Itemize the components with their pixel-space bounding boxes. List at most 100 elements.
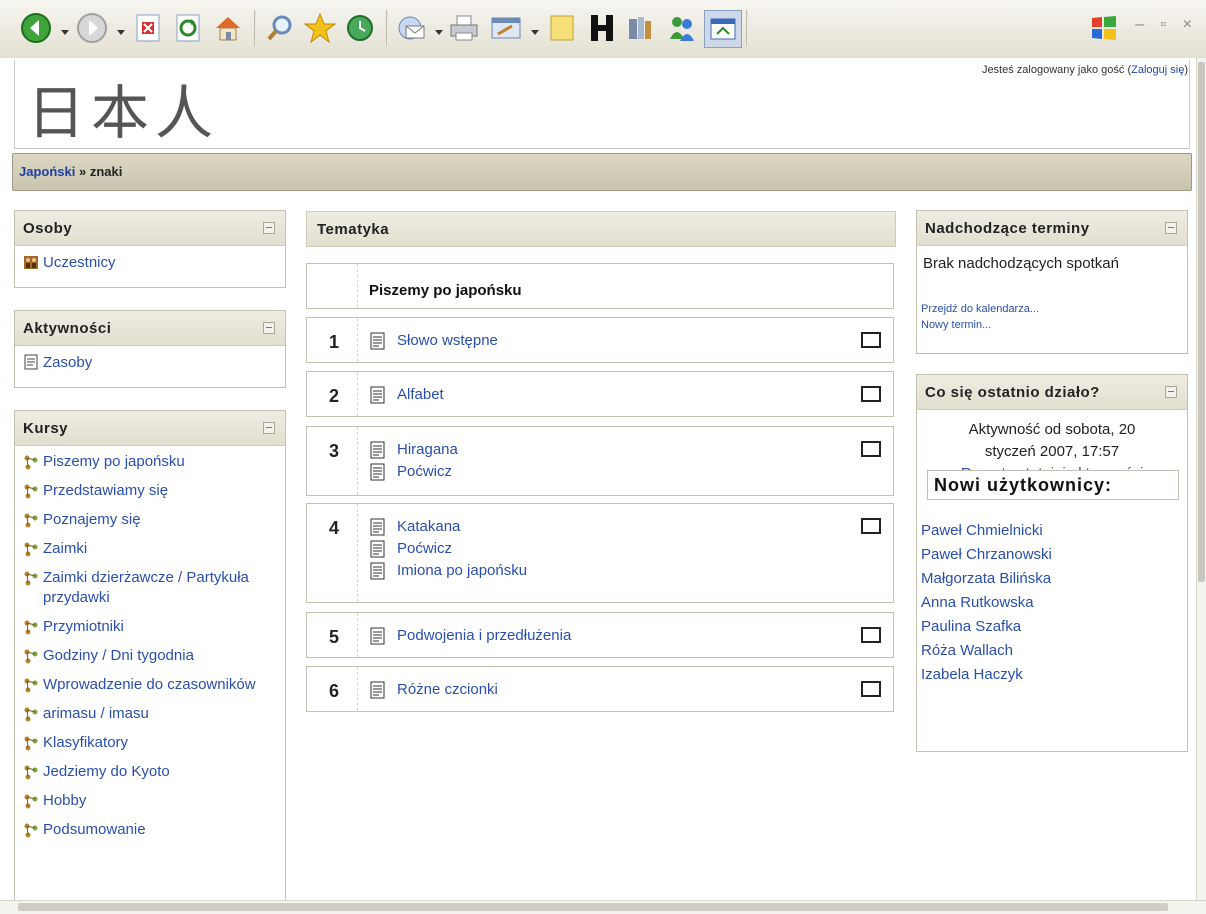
h-icon[interactable] — [584, 10, 620, 46]
course-link[interactable]: Przedstawiamy się — [23, 481, 285, 501]
note-icon[interactable] — [544, 10, 580, 46]
toolbar-window-icon[interactable] — [704, 10, 742, 48]
section-number: 2 — [329, 386, 340, 406]
section-number: 5 — [329, 627, 340, 647]
login-link[interactable]: Zaloguj się — [1131, 64, 1184, 76]
collapse-icon[interactable] — [263, 322, 275, 334]
block-kursy-title: Kursy — [23, 420, 69, 437]
vertical-scrollbar-thumb[interactable] — [1198, 62, 1205, 582]
breadcrumb-current: znaki — [89, 164, 123, 179]
edit-dropdown-icon[interactable] — [530, 24, 540, 35]
course-link[interactable]: Zaimki dzierżawcze / Partykuła przydawki — [23, 568, 285, 608]
collapse-icon[interactable] — [263, 422, 275, 434]
new-user-link[interactable]: Paweł Chrzanowski — [921, 543, 1052, 567]
course-icon — [24, 678, 38, 693]
section-number-cell: 2 — [307, 372, 358, 416]
highlight-checkbox[interactable] — [861, 441, 881, 457]
course-link[interactable]: Jedziemy do Kyoto — [23, 762, 285, 782]
new-user-link[interactable]: Paulina Szafka — [921, 615, 1052, 639]
highlight-checkbox[interactable] — [861, 681, 881, 697]
course-icon — [24, 707, 38, 722]
course-link[interactable]: Zaimki — [23, 539, 285, 559]
course-icon — [24, 736, 38, 751]
topics-header: Tematyka — [306, 211, 896, 247]
resource-icon — [370, 627, 385, 645]
new-users-heading-box: Nowi użytkownicy: — [927, 470, 1179, 500]
new-user-link[interactable]: Paweł Chmielnicki — [921, 519, 1052, 543]
highlight-checkbox[interactable] — [861, 332, 881, 348]
stop-icon[interactable] — [130, 10, 166, 46]
forward-dropdown-icon[interactable] — [116, 24, 126, 35]
back-dropdown-icon[interactable] — [60, 24, 70, 35]
vertical-scrollbar[interactable] — [1196, 58, 1206, 900]
messenger-icon[interactable] — [664, 10, 700, 46]
course-link[interactable]: Klasyfikatory — [23, 733, 285, 753]
block-upcoming: Nadchodzące terminy Brak nadchodzących s… — [916, 210, 1188, 354]
collapse-icon[interactable] — [1165, 222, 1177, 234]
home-icon[interactable] — [210, 10, 246, 46]
new-user-link[interactable]: Róża Wallach — [921, 639, 1052, 663]
resource-icon — [370, 463, 385, 481]
new-event-link[interactable]: Nowy termin... — [921, 317, 1039, 333]
topics-title: Tematyka — [317, 221, 390, 238]
resource-link[interactable]: Podwojenia i przedłużenia — [369, 625, 571, 647]
resource-link[interactable]: Poćwicz — [369, 538, 527, 560]
resource-link[interactable]: Różne czcionki — [369, 679, 498, 701]
new-user-link[interactable]: Anna Rutkowska — [921, 591, 1052, 615]
block-aktywnosci-title: Aktywności — [23, 320, 112, 337]
course-link[interactable]: Godziny / Dni tygodnia — [23, 646, 285, 666]
section-intro-title: Piszemy po japońsku — [369, 282, 522, 299]
horizontal-scrollbar[interactable] — [0, 900, 1206, 914]
resource-link[interactable]: Imiona po japońsku — [369, 560, 527, 582]
search-icon[interactable] — [262, 10, 298, 46]
window-controls[interactable]: –︎ ▫ × — [1135, 16, 1198, 34]
windows-logo-icon — [1086, 10, 1122, 46]
site-logo: 日本人 — [27, 79, 220, 147]
horizontal-scrollbar-thumb[interactable] — [18, 903, 1168, 911]
mail-icon[interactable] — [394, 10, 430, 46]
mail-dropdown-icon[interactable] — [434, 24, 444, 35]
resource-icon — [370, 562, 385, 580]
section-number: 4 — [329, 518, 340, 538]
back-icon[interactable] — [18, 10, 54, 46]
refresh-icon[interactable] — [170, 10, 206, 46]
calendar-link[interactable]: Przejdź do kalendarza... — [921, 301, 1039, 317]
course-link[interactable]: Poznajemy się — [23, 510, 285, 530]
block-osoby-title: Osoby — [23, 220, 73, 237]
forward-icon[interactable] — [74, 10, 110, 46]
resource-link[interactable]: Alfabet — [369, 384, 444, 406]
research-icon[interactable] — [622, 10, 658, 46]
course-link[interactable]: Podsumowanie — [23, 820, 285, 840]
highlight-checkbox[interactable] — [861, 386, 881, 402]
resource-link[interactable]: Poćwicz — [369, 461, 458, 483]
course-icon — [24, 455, 38, 470]
participants-link[interactable]: Uczestnicy — [23, 252, 285, 274]
resource-link[interactable]: Hiragana — [369, 439, 458, 461]
resource-link[interactable]: Katakana — [369, 516, 527, 538]
section-number-cell: 4 — [307, 504, 358, 602]
collapse-icon[interactable] — [1165, 386, 1177, 398]
block-osoby: Osoby Uczestnicy — [14, 210, 286, 288]
new-user-link[interactable]: Izabela Haczyk — [921, 663, 1052, 687]
breadcrumb-course-link[interactable]: Japoński — [19, 164, 75, 179]
new-user-link[interactable]: Małgorzata Bilińska — [921, 567, 1052, 591]
block-upcoming-title: Nadchodzące terminy — [925, 220, 1090, 237]
highlight-checkbox[interactable] — [861, 627, 881, 643]
collapse-icon[interactable] — [263, 222, 275, 234]
highlight-checkbox[interactable] — [861, 518, 881, 534]
resource-link[interactable]: Słowo wstępne — [369, 330, 498, 352]
course-link[interactable]: Piszemy po japońsku — [23, 452, 285, 472]
new-users-heading: Nowi użytkownicy: — [934, 475, 1113, 495]
print-icon[interactable] — [446, 10, 482, 46]
edit-icon[interactable] — [488, 10, 524, 46]
users-icon — [24, 256, 38, 269]
block-aktywnosci: Aktywności Zasoby — [14, 310, 286, 388]
history-icon[interactable] — [342, 10, 378, 46]
course-link[interactable]: Wprowadzenie do czasowników — [23, 675, 285, 695]
course-link[interactable]: Przymiotniki — [23, 617, 285, 637]
course-link[interactable]: Hobby — [23, 791, 285, 811]
favorites-star-icon[interactable] — [302, 10, 338, 46]
resources-link[interactable]: Zasoby — [23, 352, 285, 374]
section-number: 1 — [329, 332, 340, 352]
course-link[interactable]: arimasu / imasu — [23, 704, 285, 724]
